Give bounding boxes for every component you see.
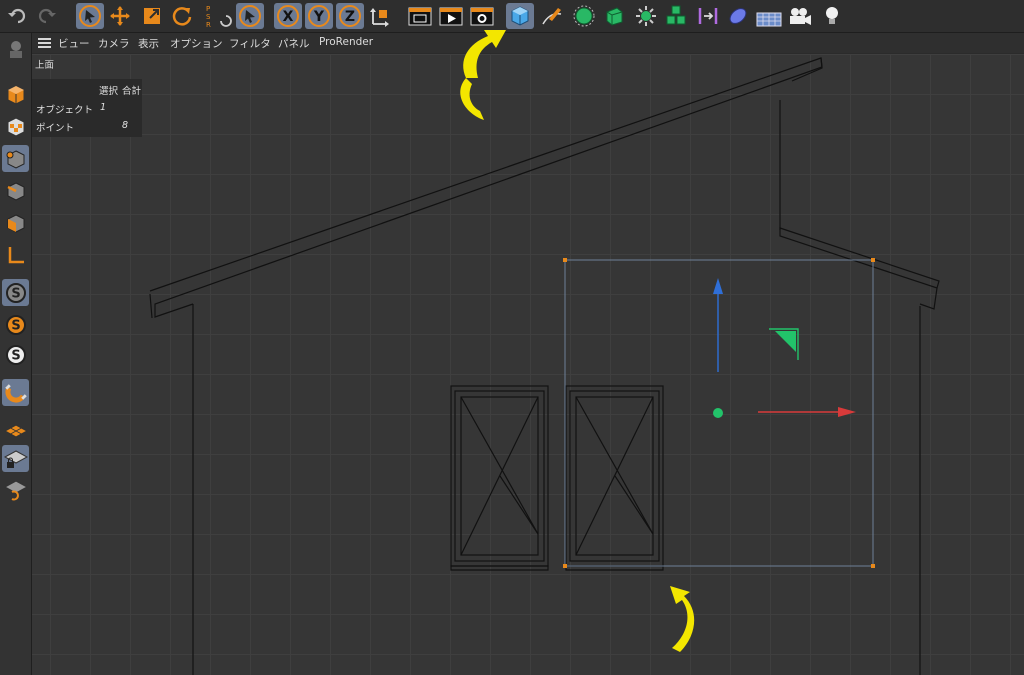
extrude-icon[interactable] [600, 3, 628, 29]
cloner-icon[interactable] [632, 3, 660, 29]
rotate-tool-icon[interactable] [170, 3, 194, 29]
coord-s-label: S [206, 13, 211, 21]
y-axis-label: Y [313, 9, 325, 25]
camera-icon[interactable] [786, 3, 814, 29]
house-wireframe [149, 57, 940, 675]
workplane-icon[interactable] [2, 417, 29, 444]
mode-palette: S S S [0, 33, 32, 675]
undo-icon[interactable] [6, 3, 30, 29]
cube-primitive-icon[interactable] [506, 3, 534, 29]
viewport-solo-icon[interactable] [2, 35, 29, 62]
main-toolbar: P S R X Y Z [0, 0, 1024, 33]
axis-mode-icon[interactable] [2, 241, 29, 268]
z-axis-label: Z [345, 9, 355, 25]
light-icon[interactable] [818, 3, 846, 29]
redo-icon[interactable] [34, 3, 58, 29]
hamburger-menu-icon[interactable] [38, 38, 51, 48]
subdivision-surface-icon[interactable] [570, 3, 598, 29]
x-axis-lock-icon[interactable]: X [274, 3, 302, 29]
menu-view[interactable]: ビュー [58, 36, 90, 51]
svg-text:S: S [11, 286, 20, 301]
point-mode-icon[interactable] [2, 145, 29, 172]
array-icon[interactable] [662, 3, 690, 29]
world-coords-icon[interactable] [368, 3, 392, 29]
render-to-picture-viewer-icon[interactable] [437, 3, 465, 29]
menu-options[interactable]: オプション [170, 36, 223, 51]
polygon-mode-icon[interactable] [2, 209, 29, 236]
menu-panel[interactable]: パネル [278, 36, 310, 51]
coord-p-label: P [206, 5, 210, 13]
menu-prorender[interactable]: ProRender [319, 36, 373, 48]
model-mode-icon[interactable] [2, 81, 29, 108]
snap-enable-icon[interactable]: S [2, 311, 29, 338]
render-view-icon[interactable] [406, 3, 434, 29]
snap-lock-icon[interactable]: S [2, 341, 29, 368]
top-viewport[interactable]: 上面 選択 合計 オブジェクト 1 ポイント 8 [32, 54, 1024, 675]
scene-wireframe [149, 57, 940, 675]
workplane-align-icon[interactable] [2, 477, 29, 504]
annotation-arrow-up [460, 78, 484, 120]
render-settings-icon[interactable] [468, 3, 496, 29]
viewport-menubar: ビュー カメラ 表示 オプション フィルタ パネル ProRender [32, 33, 1024, 53]
menu-camera[interactable]: カメラ [98, 36, 130, 51]
magnet-icon[interactable] [2, 379, 29, 406]
deformer-icon[interactable] [724, 3, 752, 29]
snap-settings-icon[interactable]: S [2, 279, 29, 306]
scale-tool-icon[interactable] [140, 3, 164, 29]
menu-filter[interactable]: フィルタ [229, 36, 271, 51]
edge-mode-icon[interactable] [2, 177, 29, 204]
symmetry-icon[interactable] [694, 3, 722, 29]
floor-icon[interactable] [754, 3, 784, 29]
svg-text:S: S [11, 348, 20, 363]
coordinate-system-icon[interactable]: P S R [204, 3, 234, 29]
menu-display[interactable]: 表示 [138, 36, 159, 51]
svg-text:S: S [11, 318, 20, 333]
y-axis-lock-icon[interactable]: Y [305, 3, 333, 29]
x-axis-label: X [283, 9, 294, 25]
pen-spline-icon[interactable] [538, 3, 566, 29]
live-selection-icon[interactable] [236, 3, 264, 29]
move-tool-icon[interactable] [108, 3, 132, 29]
texture-mode-icon[interactable] [2, 113, 29, 140]
select-tool-icon[interactable] [76, 3, 104, 29]
coord-r-label: R [206, 21, 211, 29]
z-axis-lock-icon[interactable]: Z [336, 3, 364, 29]
locked-workplane-icon[interactable] [2, 445, 29, 472]
move-gizmo[interactable] [713, 278, 856, 418]
